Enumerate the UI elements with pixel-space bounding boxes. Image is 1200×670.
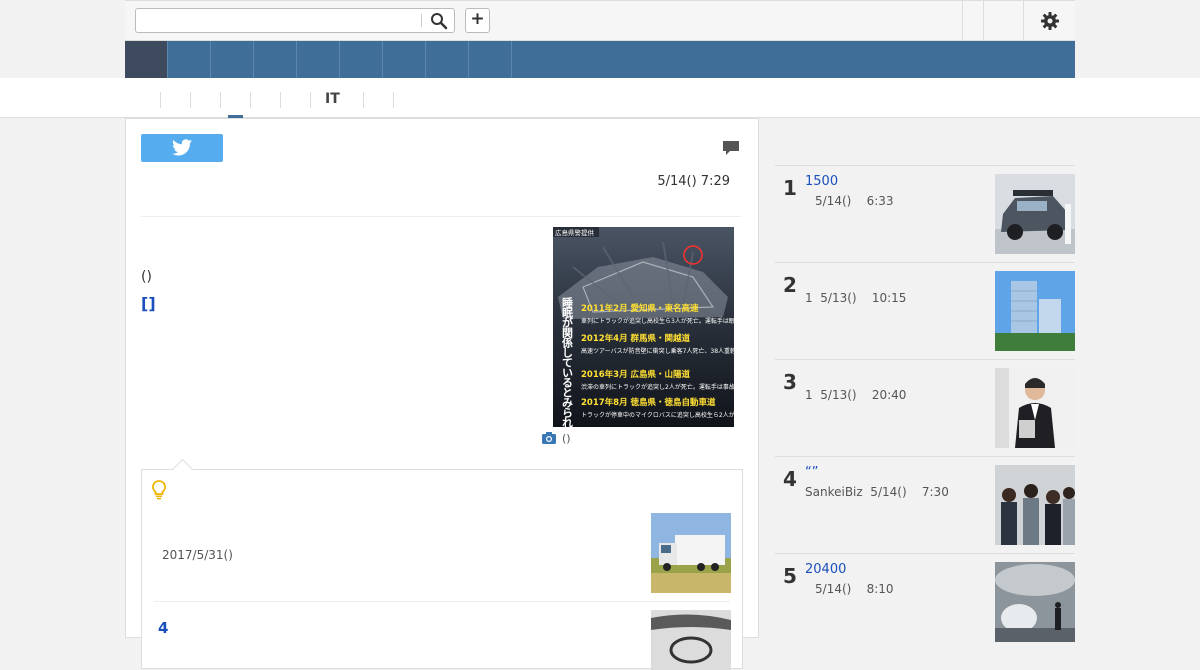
car-interior-image — [651, 610, 731, 670]
rank-title[interactable]: 20400 — [805, 562, 846, 577]
rank-thumbnail-businessman[interactable] — [995, 368, 1075, 448]
comment-icon[interactable] — [722, 139, 740, 157]
nav-item[interactable] — [426, 41, 469, 78]
tweet-button[interactable] — [141, 134, 223, 162]
article-link[interactable]: [] — [141, 294, 156, 313]
nav-item[interactable] — [340, 41, 383, 78]
photo-entry-body: トラックが停車中のマイクロバスに追突し高校生ら2人が死亡。運転手は居眠り状態 — [581, 411, 734, 419]
related-thumbnail-car[interactable] — [651, 610, 731, 670]
rank-meta: SankeiBiz 5/14() 7:30 — [805, 485, 949, 499]
nav-item[interactable] — [168, 41, 211, 78]
rank-meta: 5/14() 8:10 — [815, 582, 894, 596]
crowd-image — [995, 465, 1075, 545]
photo-entry-head: 2017年8月 徳島県・徳島自動車道 — [581, 397, 716, 408]
search-box — [135, 8, 455, 33]
add-button[interactable]: + — [465, 8, 490, 33]
rank-title[interactable]: “” — [805, 465, 818, 480]
rank-number: 4 — [783, 467, 797, 491]
related-notch — [171, 458, 194, 481]
rank-meta: 1 5/13() 20:40 — [805, 388, 907, 402]
article-photo[interactable]: 広島県警提供 睡眠が関係しているとみられるバスやトラックの事故 2011年2月 … — [553, 227, 734, 427]
rank-number: 1 — [783, 176, 797, 200]
gear-icon[interactable] — [1040, 11, 1060, 31]
tower-image — [995, 271, 1075, 351]
camera-icon — [542, 432, 556, 444]
photo-entry-head: 2012年4月 群馬県・関越道 — [581, 333, 691, 344]
photo-credit: 広島県警提供 — [555, 228, 595, 237]
photo-vertical-title: 睡眠が関係しているとみられるバスやトラックの事故 — [561, 296, 574, 427]
subnav-item-active[interactable] — [220, 92, 235, 108]
related-thumbnail-truck[interactable] — [651, 513, 731, 593]
ranking-item[interactable]: 1 1500 5/14() 6:33 — [775, 165, 1075, 262]
toolbar-divider — [1023, 1, 1024, 40]
rank-thumbnail-crowd[interactable] — [995, 465, 1075, 545]
rank-thumbnail-suv[interactable] — [995, 174, 1075, 254]
truck-image — [651, 513, 731, 593]
rank-number: 2 — [783, 273, 797, 297]
rank-thumbnail-tower[interactable] — [995, 271, 1075, 351]
photo-entry-body: 高速ツアーバスが防音壁に衝突し乗客7人死亡、38人重軽傷。運転手が眠気を感じなが… — [581, 347, 734, 355]
ranking-item[interactable]: 4 “” SankeiBiz 5/14() 7:30 — [775, 456, 1075, 553]
article-source: () — [141, 269, 152, 285]
subnav-item[interactable] — [190, 92, 205, 108]
nav-item[interactable] — [211, 41, 254, 78]
lightbulb-icon — [152, 480, 166, 500]
rank-number: 3 — [783, 370, 797, 394]
businessman-image — [995, 368, 1075, 448]
rank-thumbnail-storm[interactable] — [995, 562, 1075, 642]
nav-item[interactable] — [469, 41, 512, 78]
article-date: 5/14() 7:29 — [657, 174, 730, 189]
photo-entry-body: 渋滞の車列にトラックが追突し2人が死亡。運転手は事故前に一睡もせず36時間乗務（… — [581, 383, 734, 391]
search-input[interactable] — [140, 10, 424, 33]
photo-caption[interactable]: () — [542, 432, 571, 445]
photo-entry-head: 2011年2月 愛知県・東名高速 — [581, 303, 699, 314]
rank-number: 5 — [783, 564, 797, 588]
related-link[interactable]: 4 — [158, 619, 168, 637]
article-main: 5/14() 7:29 () [] 広島県警提供 睡眠が関係しているとみられるバ… — [125, 118, 759, 670]
ranking-sidebar: 1 1500 5/14() 6:33 2 1 5/13() 10:15 3 1 … — [775, 118, 1075, 642]
related-articles: 2017/5/31() 4 — [141, 458, 743, 670]
nav-item[interactable] — [383, 41, 426, 78]
twitter-icon — [172, 139, 192, 156]
ranking-item[interactable]: 5 20400 5/14() 8:10 — [775, 553, 1075, 650]
rank-meta: 1 5/13() 10:15 — [805, 291, 907, 305]
main-nav — [125, 41, 1075, 78]
nav-item[interactable] — [254, 41, 297, 78]
storm-image — [995, 562, 1075, 642]
subnav-item[interactable] — [160, 92, 175, 108]
rank-title[interactable]: 1500 — [805, 174, 838, 189]
search-icon[interactable] — [430, 12, 448, 30]
toolbar-divider — [962, 1, 963, 40]
photo-entry-body: 車列にトラックが追突し高校生ら3人が死亡。運転手は眠気があるまま運転を続けた — [581, 317, 734, 325]
nav-item[interactable] — [297, 41, 340, 78]
search-divider — [421, 14, 422, 27]
photo-caption-text: () — [562, 432, 571, 445]
subnav-item-end — [393, 92, 408, 108]
accident-photo-image: 広島県警提供 睡眠が関係しているとみられるバスやトラックの事故 2011年2月 … — [553, 227, 734, 427]
photo-entry-head: 2016年3月 広島県・山陽道 — [581, 369, 691, 380]
divider — [141, 216, 741, 217]
rank-meta: 5/14() 6:33 — [815, 194, 894, 208]
category-subnav: IT — [0, 78, 1200, 118]
subnav-item-it[interactable]: IT — [310, 92, 340, 108]
top-toolbar: + — [125, 0, 1075, 41]
ranking-item[interactable]: 2 1 5/13() 10:15 — [775, 262, 1075, 359]
subnav-item[interactable] — [363, 92, 378, 108]
subnav-item[interactable] — [280, 92, 295, 108]
nav-item-top[interactable] — [125, 41, 168, 78]
toolbar-divider — [983, 1, 984, 40]
related-divider — [154, 601, 730, 602]
related-date: 2017/5/31() — [162, 548, 233, 562]
subnav-item[interactable] — [250, 92, 265, 108]
suv-image — [995, 174, 1075, 254]
ranking-item[interactable]: 3 1 5/13() 20:40 — [775, 359, 1075, 456]
